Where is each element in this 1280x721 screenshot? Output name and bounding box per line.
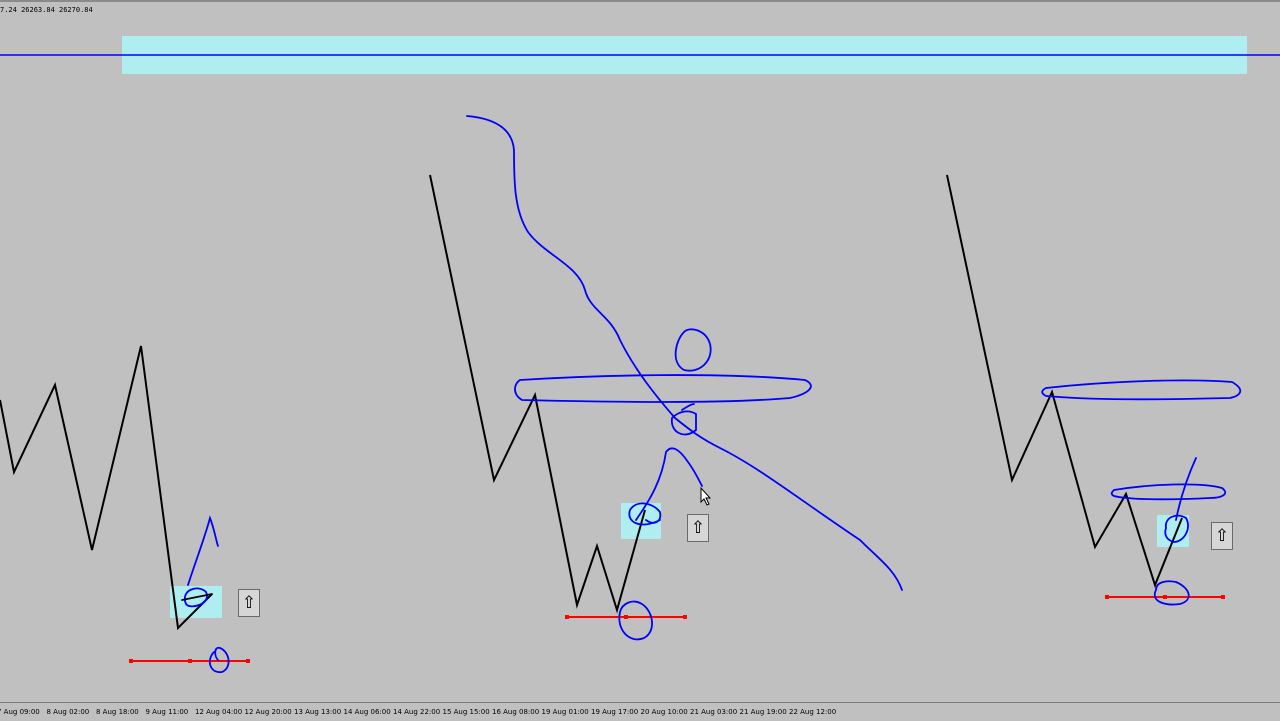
up-arrow-icon-1[interactable]: ⇧ (238, 589, 260, 617)
time-axis-label: 14 Aug 06:00 (343, 708, 391, 716)
support-line-3[interactable] (1105, 595, 1225, 599)
freehand-annotations (181, 115, 1242, 673)
highlight-box-1[interactable] (170, 586, 222, 618)
time-axis-label: 8 Aug 18:00 (96, 708, 139, 716)
time-axis-label: 8 Aug 02:00 (46, 708, 90, 716)
support-line-1[interactable] (129, 659, 250, 663)
time-axis-label: 12 Aug 20:00 (244, 708, 292, 716)
time-axis-label: 12 Aug 04:00 (195, 708, 243, 716)
time-axis-label: 21 Aug 03:00 (690, 708, 738, 716)
price-path-1 (0, 345, 213, 631)
time-axis-label: 20 Aug 10:00 (640, 708, 688, 716)
support-line-2[interactable] (565, 615, 687, 619)
up-arrow-icon-3[interactable]: ⇧ (1211, 522, 1233, 550)
time-axis-label: 7 Aug 09:00 (0, 708, 40, 716)
time-axis-label: 14 Aug 22:00 (393, 708, 441, 716)
time-axis-label: 15 Aug 15:00 (442, 708, 490, 716)
time-axis-label: 19 Aug 01:00 (541, 708, 589, 716)
time-axis: 7 Aug 09:00 8 Aug 02:00 8 Aug 18:00 9 Aug 1… (0, 702, 1280, 721)
price-path-3 (946, 174, 1183, 588)
time-axis-label: 9 Aug 11:00 (145, 708, 189, 716)
price-path-2 (429, 174, 646, 614)
time-axis-label: 16 Aug 08:00 (492, 708, 540, 716)
time-axis-label: 21 Aug 19:00 (739, 708, 787, 716)
time-axis-label: 22 Aug 12:00 (789, 708, 837, 716)
mouse-cursor-icon (700, 486, 712, 506)
time-axis-label: 13 Aug 13:00 (294, 708, 342, 716)
time-axis-label: 19 Aug 17:00 (591, 708, 639, 716)
chart-canvas[interactable] (0, 0, 1280, 702)
up-arrow-icon-2[interactable]: ⇧ (687, 514, 709, 542)
